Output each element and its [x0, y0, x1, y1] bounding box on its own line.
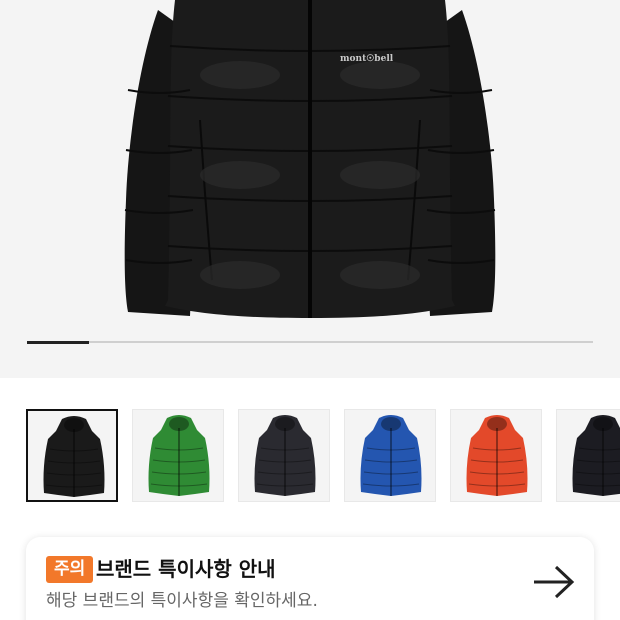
product-image: [124, 0, 496, 318]
thumbnail-5[interactable]: [450, 409, 542, 502]
thumbnail-1[interactable]: [26, 409, 118, 502]
product-image-carousel[interactable]: mont☉bell: [0, 0, 620, 378]
thumbnail-jacket-image: [466, 415, 528, 496]
carousel-progress-bar: [27, 340, 593, 344]
brand-notice-card[interactable]: 주의 브랜드 특이사항 안내 해당 브랜드의 특이사항을 확인하세요.: [26, 537, 594, 620]
thumbnail-jacket-image: [43, 416, 105, 497]
thumbnail-jacket-image: [360, 415, 422, 496]
thumbnail-3[interactable]: [238, 409, 330, 502]
notice-title: 브랜드 특이사항 안내: [96, 557, 276, 581]
brand-logo: mont☉bell: [340, 54, 394, 64]
warning-badge: 주의: [46, 556, 94, 583]
thumbnail-6[interactable]: [556, 409, 620, 502]
thumbnail-jacket-image: [254, 415, 316, 496]
thumbnail-4[interactable]: [344, 409, 436, 502]
carousel-progress-fill: [27, 340, 90, 344]
thumbnail-jacket-image: [148, 415, 210, 496]
thumbnail-jacket-image: [572, 415, 620, 496]
thumbnail-2[interactable]: [132, 409, 224, 502]
notice-subtitle: 해당 브랜드의 특이사항을 확인하세요.: [46, 591, 318, 611]
thumbnail-strip[interactable]: [26, 409, 620, 503]
arrow-right-icon[interactable]: [532, 565, 576, 599]
